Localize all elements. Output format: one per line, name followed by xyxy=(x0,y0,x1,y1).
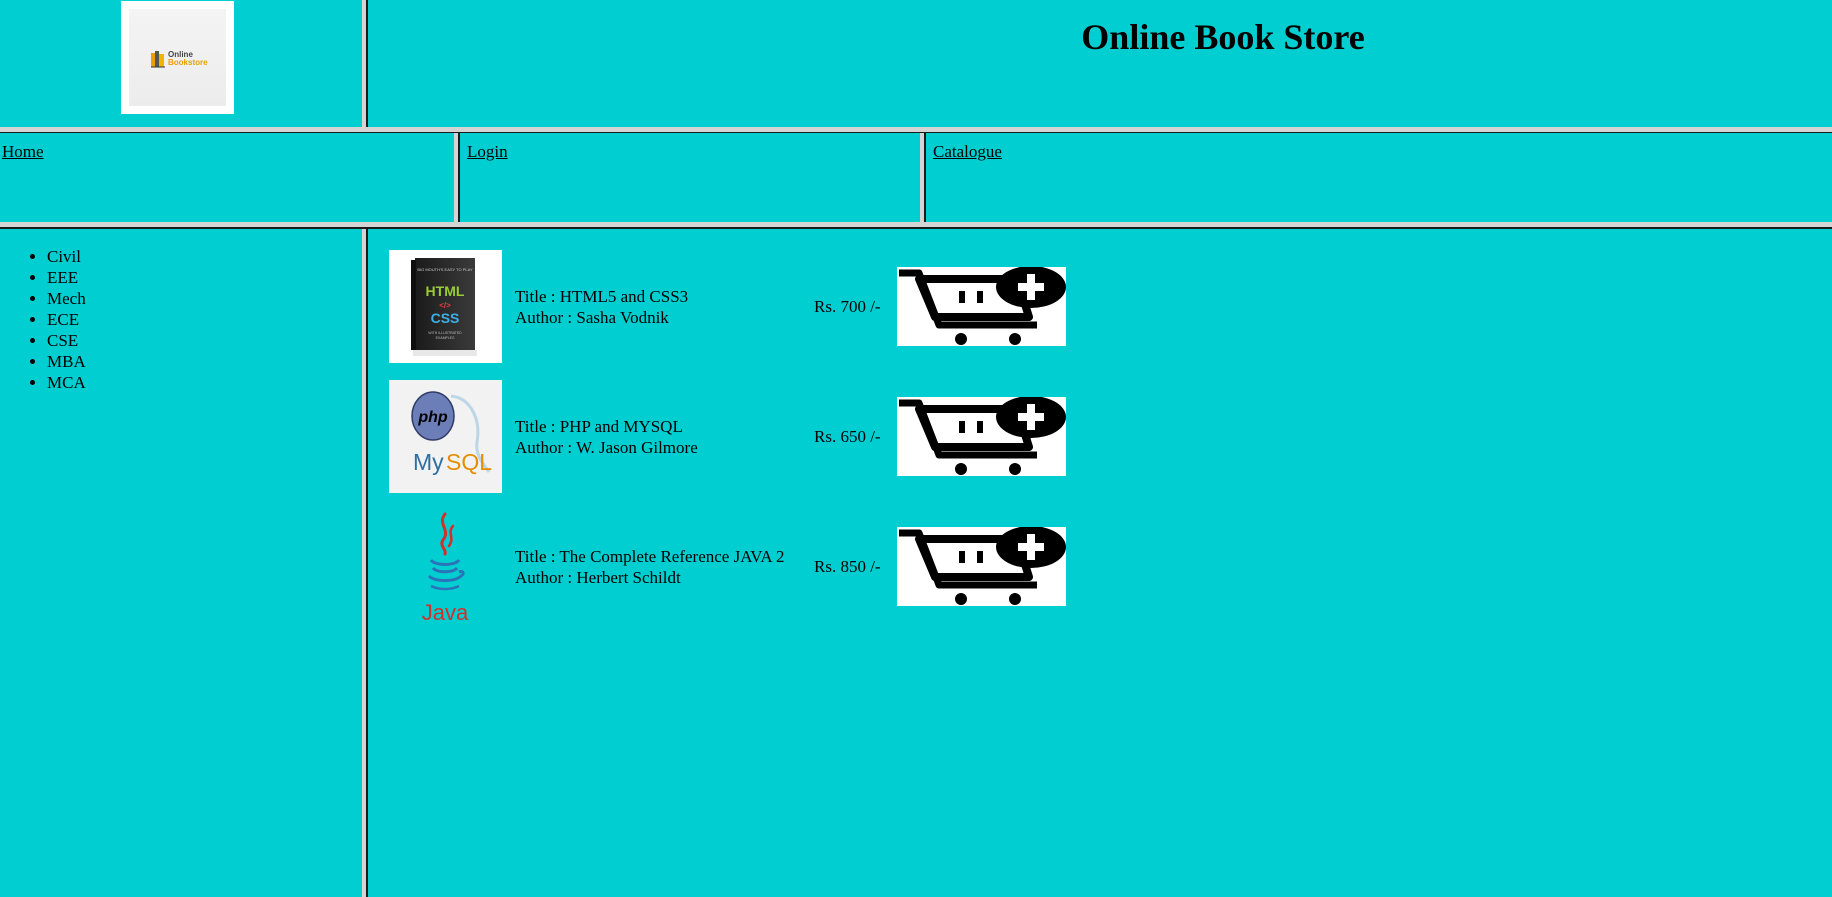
category-item[interactable]: ECE xyxy=(47,309,86,330)
category-sidebar: Civil EEE Mech ECE CSE MBA MCA xyxy=(0,230,362,897)
nav-link-catalogue[interactable]: Catalogue xyxy=(933,142,1002,162)
book-catalogue: BIG MOUTH'S EASY TO PLAY HTML </> CSS WI… xyxy=(368,230,1832,897)
svg-text:php: php xyxy=(417,409,448,426)
category-item[interactable]: MBA xyxy=(47,351,86,372)
book-price: Rs. 650 /- xyxy=(814,426,881,446)
svg-text:WITH ILLUSTRATED: WITH ILLUSTRATED xyxy=(428,331,462,335)
svg-text:BIG MOUTH'S EASY TO PLAY: BIG MOUTH'S EASY TO PLAY xyxy=(417,267,473,272)
category-list: Civil EEE Mech ECE CSE MBA MCA xyxy=(0,246,86,393)
book-price: Rs. 700 /- xyxy=(814,296,881,316)
book-price: Rs. 850 /- xyxy=(814,556,881,576)
nav-link-login[interactable]: Login xyxy=(467,142,508,162)
title-frame: Online Book Store xyxy=(368,0,1832,127)
book-info: Title : PHP and MYSQL Author : W. Jason … xyxy=(515,380,698,493)
category-item[interactable]: CSE xyxy=(47,330,86,351)
nav-link-home[interactable]: Home xyxy=(2,142,44,162)
php-mysql-logo-icon: php My SQL xyxy=(389,380,502,493)
add-to-cart-icon xyxy=(899,527,1066,605)
add-to-cart-button[interactable] xyxy=(897,527,1066,606)
book-title: Title : HTML5 and CSS3 xyxy=(515,286,689,306)
svg-text:EXAMPLES: EXAMPLES xyxy=(436,336,456,340)
book-row: BIG MOUTH'S EASY TO PLAY HTML </> CSS WI… xyxy=(389,250,1089,365)
logo: Online Bookstore xyxy=(121,1,234,114)
add-to-cart-icon xyxy=(899,267,1066,345)
book-info: Title : HTML5 and CSS3 Author : Sasha Vo… xyxy=(515,250,688,363)
add-to-cart-button[interactable] xyxy=(897,267,1066,346)
nav-frame-home: Home xyxy=(0,133,454,222)
book-row: Java Title : The Complete Reference JAVA… xyxy=(389,510,1089,625)
add-to-cart-icon xyxy=(899,397,1066,475)
svg-text:Java: Java xyxy=(422,600,469,623)
frame-separator-line xyxy=(0,227,1832,229)
nav-frame-catalogue: Catalogue xyxy=(926,133,1832,222)
logo-frame: Online Bookstore xyxy=(0,0,362,127)
html-css-book-cover-icon: BIG MOUTH'S EASY TO PLAY HTML </> CSS WI… xyxy=(389,250,502,363)
add-to-cart-button[interactable] xyxy=(897,397,1066,476)
svg-text:CSS: CSS xyxy=(431,310,460,326)
book-title: Title : PHP and MYSQL xyxy=(515,416,683,436)
page-title: Online Book Store xyxy=(1081,17,1365,57)
svg-text:HTML: HTML xyxy=(426,283,465,299)
svg-text:SQL: SQL xyxy=(446,449,492,475)
book-title: Title : The Complete Reference JAVA 2 xyxy=(515,546,785,566)
logo-text-line2: Bookstore xyxy=(168,58,208,67)
category-item[interactable]: MCA xyxy=(47,372,86,393)
book-row: php My SQL Title : PHP and MYSQL Author … xyxy=(389,380,1089,495)
book-info: Title : The Complete Reference JAVA 2 Au… xyxy=(515,510,784,623)
bookstore-logo-icon: Online Bookstore xyxy=(150,49,208,69)
logo-background: Online Bookstore xyxy=(129,9,226,106)
svg-text:</>: </> xyxy=(439,301,451,310)
book-author: Author : Herbert Schildt xyxy=(515,567,681,587)
book-author: Author : W. Jason Gilmore xyxy=(515,437,698,457)
category-item[interactable]: EEE xyxy=(47,267,86,288)
book-author: Author : Sasha Vodnik xyxy=(515,307,669,327)
nav-frame-login: Login xyxy=(460,133,920,222)
svg-text:My: My xyxy=(413,449,444,475)
java-logo-icon: Java xyxy=(389,510,502,623)
category-item[interactable]: Civil xyxy=(47,246,86,267)
category-item[interactable]: Mech xyxy=(47,288,86,309)
